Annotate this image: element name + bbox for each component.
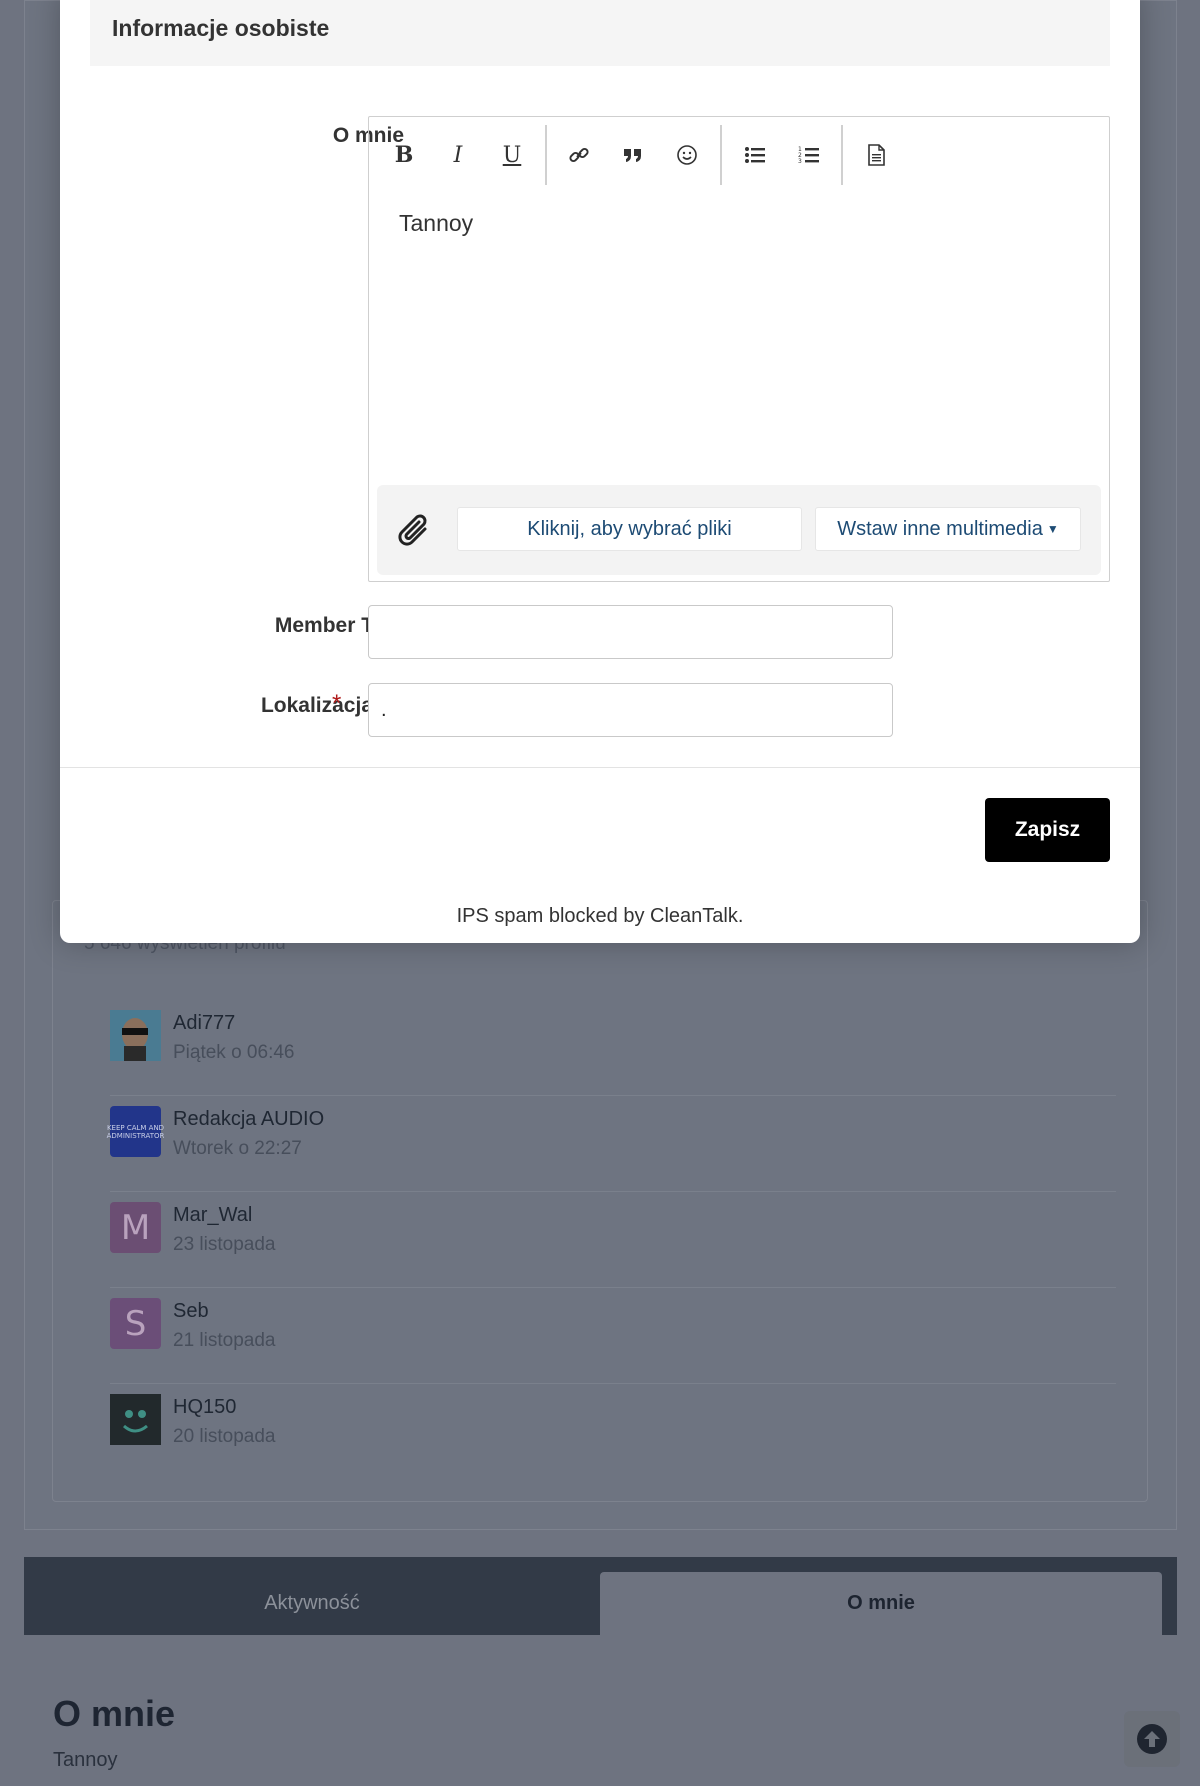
tab-activity[interactable]: Aktywność — [24, 1572, 600, 1635]
visit-time: 20 listopada — [173, 1426, 276, 1447]
member-title-input[interactable] — [368, 605, 893, 659]
avatar[interactable]: M — [110, 1202, 161, 1253]
list-item[interactable]: Adi777 Piątek o 06:46 — [110, 1000, 1116, 1096]
document-icon — [868, 144, 885, 166]
list-item[interactable]: M Mar_Wal 23 listopada — [110, 1192, 1116, 1288]
toolbar-divider — [720, 125, 722, 185]
source-button[interactable] — [856, 135, 896, 175]
quote-icon — [624, 149, 641, 162]
section-header: Informacje osobiste — [90, 0, 1110, 66]
avatar[interactable]: S — [110, 1298, 161, 1349]
caret-down-icon: ▼ — [1046, 522, 1059, 536]
profile-tabs: Aktywność O mnie — [24, 1557, 1177, 1635]
about-heading: O mnie — [53, 1693, 176, 1734]
list-item[interactable]: KEEP CALM AND ADMINISTRATOR Redakcja AUD… — [107, 1096, 1116, 1192]
editor-toolbar: B I U 123 — [369, 117, 1109, 191]
avatar[interactable] — [110, 1394, 161, 1445]
underline-icon: U — [502, 142, 522, 168]
link-button[interactable] — [559, 135, 599, 175]
required-asterisk: * — [332, 690, 342, 717]
link-icon — [569, 147, 589, 163]
underline-button[interactable]: U — [492, 135, 532, 175]
smiley-icon — [677, 145, 697, 165]
bulleted-list-button[interactable] — [735, 135, 775, 175]
attachment-area: Kliknij, aby wybrać pliki Wstaw inne mul… — [377, 485, 1101, 575]
visitor-name[interactable]: Seb — [173, 1300, 209, 1323]
visit-time: 21 listopada — [173, 1330, 276, 1351]
avatar[interactable] — [110, 1010, 161, 1061]
bulleted-list-icon — [745, 147, 765, 163]
visitor-name[interactable]: HQ150 — [173, 1396, 236, 1419]
numbered-list-button[interactable]: 123 — [789, 135, 829, 175]
avatar-initial: M — [120, 1207, 151, 1248]
section-title: Informacje osobiste — [112, 15, 330, 41]
choose-files-button[interactable]: Kliknij, aby wybrać pliki — [457, 507, 802, 551]
about-text: Tannoy — [53, 1749, 118, 1771]
emoji-button[interactable] — [667, 135, 707, 175]
visit-time: Piątek o 06:46 — [173, 1042, 295, 1063]
numbered-list-icon: 123 — [798, 146, 819, 165]
scroll-to-top-button[interactable] — [1124, 1711, 1180, 1767]
bold-icon: B — [394, 142, 414, 168]
italic-button[interactable]: I — [438, 135, 478, 175]
editor-content[interactable]: Tannoy — [399, 210, 473, 237]
visitor-name[interactable]: Adi777 — [173, 1012, 235, 1035]
list-item[interactable]: HQ150 20 listopada — [110, 1384, 1116, 1480]
quote-button[interactable] — [613, 135, 653, 175]
avatar-initial: S — [124, 1303, 147, 1344]
save-button[interactable]: Zapisz — [985, 798, 1110, 862]
insert-media-label: Wstaw inne multimedia — [837, 517, 1043, 540]
tab-about[interactable]: O mnie — [600, 1572, 1162, 1635]
cleantalk-note: IPS spam blocked by CleanTalk. — [456, 905, 744, 927]
visitor-name[interactable]: Mar_Wal — [173, 1204, 252, 1227]
toolbar-divider — [545, 125, 547, 185]
visitor-name[interactable]: Redakcja AUDIO — [173, 1108, 324, 1131]
list-item[interactable]: S Seb 21 listopada — [110, 1288, 1116, 1384]
svg-text:3: 3 — [798, 158, 802, 165]
toolbar-divider — [841, 125, 843, 185]
insert-media-button[interactable]: Wstaw inne multimedia ▼ — [815, 507, 1081, 551]
bold-button[interactable]: B — [384, 135, 424, 175]
paperclip-icon — [395, 507, 435, 556]
avatar-keep-calm-text: KEEP CALM AND ADMINISTRATOR — [106, 1123, 165, 1140]
rich-text-editor: B I U 123 Tannoy Kliknij, aby wybrać pli… — [368, 116, 1110, 582]
italic-icon: I — [453, 142, 463, 168]
location-input[interactable] — [368, 683, 893, 737]
arrow-up-circle-icon — [1137, 1724, 1167, 1754]
visit-time: 23 listopada — [173, 1234, 276, 1255]
form-divider — [60, 767, 1140, 768]
avatar[interactable]: KEEP CALM AND ADMINISTRATOR — [107, 1106, 164, 1157]
edit-profile-modal: Informacje osobiste O mnie B I U 123 Tan… — [60, 0, 1140, 943]
location-label: Lokalizacja — [260, 694, 373, 717]
visit-time: Wtorek o 22:27 — [173, 1138, 302, 1159]
